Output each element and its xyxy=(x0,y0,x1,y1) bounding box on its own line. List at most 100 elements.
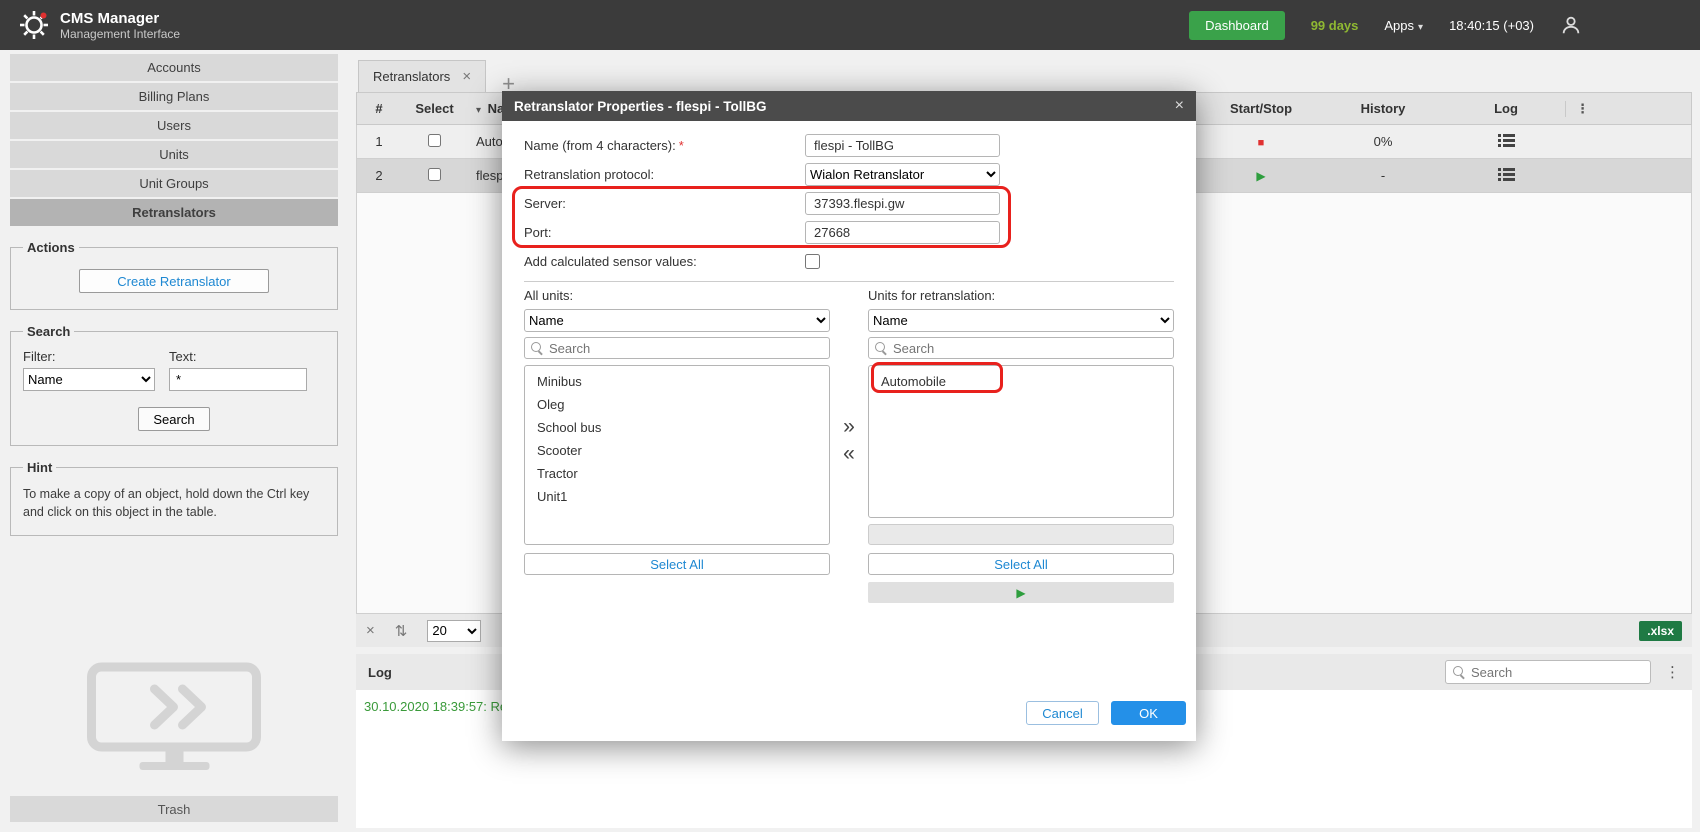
clock: 18:40:15 (+03) xyxy=(1449,18,1534,33)
column-header-log[interactable]: Log xyxy=(1447,101,1565,116)
hint-text: To make a copy of an object, hold down t… xyxy=(23,485,325,521)
all-units-sort-select[interactable]: Name xyxy=(524,309,830,332)
unit-list-item[interactable]: School bus xyxy=(525,416,829,439)
app-title: CMS Manager xyxy=(60,10,180,27)
row-history: - xyxy=(1319,168,1447,183)
all-units-search-input[interactable] xyxy=(549,341,823,356)
column-header-num[interactable]: # xyxy=(357,101,401,116)
unit-list-item[interactable]: Scooter xyxy=(525,439,829,462)
server-field[interactable] xyxy=(805,192,1000,215)
log-search-input[interactable] xyxy=(1471,665,1643,680)
search-icon xyxy=(1453,666,1466,679)
page-size-select[interactable]: 20 xyxy=(427,620,481,642)
row-history: 0% xyxy=(1319,134,1447,149)
app-subtitle: Management Interface xyxy=(60,27,180,41)
unit-list-item[interactable]: Minibus xyxy=(525,370,829,393)
sidebar-item-retranslators[interactable]: Retranslators xyxy=(10,199,338,226)
select-all-right-button[interactable]: Select All xyxy=(868,553,1174,575)
log-menu-icon[interactable]: ⋮ xyxy=(1665,663,1680,681)
app-logo-icon xyxy=(18,9,50,41)
text-label: Text: xyxy=(169,349,307,364)
sidebar-item-trash[interactable]: Trash xyxy=(10,796,338,822)
tab-bar: Retranslators × + xyxy=(348,50,1700,92)
tab-close-icon[interactable]: × xyxy=(462,68,471,85)
column-header-select[interactable]: Select xyxy=(401,101,468,116)
filter-select[interactable]: Name xyxy=(23,368,155,391)
sensors-label: Add calculated sensor values: xyxy=(524,254,805,269)
row-checkbox[interactable] xyxy=(428,168,441,181)
modal-footer: Cancel OK xyxy=(1026,701,1186,725)
row-number: 2 xyxy=(357,168,401,183)
cancel-button[interactable]: Cancel xyxy=(1026,701,1099,725)
all-units-search-box[interactable] xyxy=(524,337,830,359)
sensors-checkbox[interactable] xyxy=(805,254,820,269)
clear-selection-icon[interactable]: × xyxy=(366,622,375,639)
row-checkbox[interactable] xyxy=(428,134,441,147)
retrans-units-label: Units for retranslation: xyxy=(868,288,1174,306)
search-icon xyxy=(875,342,888,355)
required-mark: * xyxy=(679,138,684,153)
move-right-button[interactable]: » xyxy=(843,416,855,437)
modal-body: Name (from 4 characters):* Retranslation… xyxy=(502,121,1196,603)
play-icon[interactable]: ▶ xyxy=(1256,169,1265,183)
retranslator-properties-modal: Retranslator Properties - flespi - TollB… xyxy=(502,91,1196,741)
server-label: Server: xyxy=(524,196,805,211)
port-field[interactable] xyxy=(805,221,1000,244)
export-xlsx-badge[interactable]: .xlsx xyxy=(1639,621,1682,641)
create-retranslator-button[interactable]: Create Retranslator xyxy=(79,269,269,293)
tab-retranslators[interactable]: Retranslators × xyxy=(358,60,486,92)
sidebar-item-accounts[interactable]: Accounts xyxy=(10,54,338,81)
log-panel-title: Log xyxy=(368,665,392,680)
all-units-list: Minibus Oleg School bus Scooter Tractor … xyxy=(524,365,830,545)
retrans-units-list: Automobile xyxy=(868,365,1174,518)
log-view-icon[interactable] xyxy=(1447,168,1565,184)
start-retranslator-bar[interactable]: ▶ xyxy=(868,582,1174,603)
reorder-icon[interactable]: ⇅ xyxy=(395,622,408,640)
select-all-left-button[interactable]: Select All xyxy=(524,553,830,575)
all-units-column: All units: Name Minibus Oleg School bus … xyxy=(524,288,830,603)
modal-header: Retranslator Properties - flespi - TollB… xyxy=(502,91,1196,121)
sidebar-item-unit-groups[interactable]: Unit Groups xyxy=(10,170,338,197)
log-search-box[interactable] xyxy=(1445,660,1651,684)
hint-legend: Hint xyxy=(23,460,56,475)
table-menu-icon[interactable]: ⋮ xyxy=(1565,101,1599,117)
all-units-label: All units: xyxy=(524,288,830,306)
name-field[interactable] xyxy=(805,134,1000,157)
modal-title: Retranslator Properties - flespi - TollB… xyxy=(514,99,767,114)
unit-list-item[interactable]: Unit1 xyxy=(525,485,829,508)
column-header-startstop[interactable]: Start/Stop xyxy=(1203,101,1319,116)
apps-menu[interactable]: Apps▾ xyxy=(1384,18,1423,33)
dashboard-button[interactable]: Dashboard xyxy=(1189,11,1285,40)
column-header-history[interactable]: History xyxy=(1319,101,1447,116)
retrans-units-search-box[interactable] xyxy=(868,337,1174,359)
log-view-icon[interactable] xyxy=(1447,134,1565,150)
search-icon xyxy=(531,342,544,355)
unit-list-item[interactable]: Tractor xyxy=(525,462,829,485)
protocol-select[interactable]: Wialon Retranslator xyxy=(805,163,1000,186)
unit-list-item[interactable]: Automobile xyxy=(869,370,1173,393)
user-icon[interactable] xyxy=(1560,14,1582,36)
text-input[interactable] xyxy=(169,368,307,391)
unit-list-item[interactable]: Oleg xyxy=(525,393,829,416)
sidebar-item-billing-plans[interactable]: Billing Plans xyxy=(10,83,338,110)
search-panel: Search Filter: Name Text: Search xyxy=(10,324,338,446)
retrans-units-search-input[interactable] xyxy=(893,341,1167,356)
stop-icon[interactable]: ■ xyxy=(1258,137,1265,149)
hint-panel: Hint To make a copy of an object, hold d… xyxy=(10,460,338,536)
retrans-units-sort-select[interactable]: Name xyxy=(868,309,1174,332)
watermark-monitor-icon xyxy=(87,662,262,780)
apps-caret-icon: ▾ xyxy=(1418,22,1423,33)
actions-panel: Actions Create Retranslator xyxy=(10,240,338,310)
name-label: Name (from 4 characters):* xyxy=(524,138,805,153)
move-left-button[interactable]: « xyxy=(843,443,855,464)
transfer-controls: » « xyxy=(830,288,868,603)
modal-close-icon[interactable]: × xyxy=(1175,97,1184,115)
sort-caret-icon: ▾ xyxy=(476,105,481,116)
divider xyxy=(524,281,1174,282)
actions-legend: Actions xyxy=(23,240,79,255)
sidebar-item-users[interactable]: Users xyxy=(10,112,338,139)
search-legend: Search xyxy=(23,324,74,339)
search-button[interactable]: Search xyxy=(138,407,210,431)
sidebar-item-units[interactable]: Units xyxy=(10,141,338,168)
ok-button[interactable]: OK xyxy=(1111,701,1186,725)
